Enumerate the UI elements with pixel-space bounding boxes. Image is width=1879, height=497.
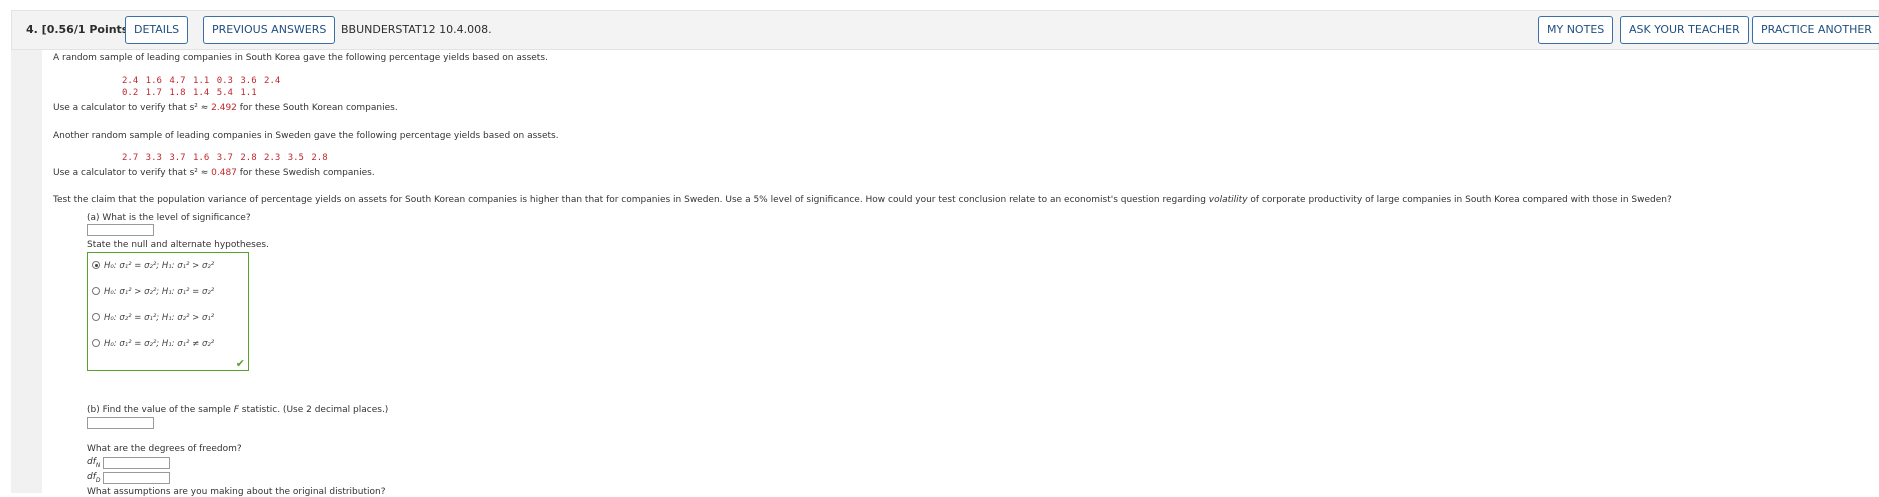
claim-text-end: of corporate productivity of large compa… <box>1247 195 1672 205</box>
radio-icon[interactable] <box>92 339 100 347</box>
claim-text: Test the claim that the population varia… <box>53 195 1209 205</box>
hypothesis-option-4-label: H₀: σ₁² = σ₂²; H₁: σ₁² ≠ σ₂² <box>104 339 215 349</box>
ask-your-teacher-button[interactable]: ASK YOUR TEACHER <box>1620 16 1749 44</box>
intro-korea: A random sample of leading companies in … <box>53 53 548 63</box>
df-numerator-input[interactable] <box>103 457 170 469</box>
df-prompt: What are the degrees of freedom? <box>87 444 242 454</box>
verify-korea-text: Use a calculator to verify that s² ≈ <box>53 103 212 113</box>
sweden-data-row: 2.7 3.3 3.7 1.6 3.7 2.8 2.3 3.5 2.8 <box>122 153 328 163</box>
df-d-subscript: D <box>95 476 101 484</box>
df-d-label: dfD <box>87 472 101 484</box>
details-button[interactable]: DETAILS <box>125 16 189 44</box>
hypothesis-option-1-label: H₀: σ₁² = σ₂²; H₁: σ₁² > σ₂² <box>104 261 215 271</box>
hypothesis-option-3[interactable]: H₀: σ₂² = σ₁²; H₁: σ₂² > σ₁² <box>92 313 214 323</box>
hypothesis-option-1[interactable]: H₀: σ₁² = σ₂²; H₁: σ₁² > σ₂² <box>92 261 214 271</box>
claim-statement: Test the claim that the population varia… <box>53 195 1672 205</box>
sweden-variance-value: 0.487 <box>211 168 237 178</box>
correct-check-icon: ✔ <box>235 357 245 370</box>
hypothesis-option-3-label: H₀: σ₂² = σ₁²; H₁: σ₂² > σ₁² <box>104 313 215 323</box>
part-a-question: (a) What is the level of significance? <box>87 213 251 223</box>
verify-sweden-text: Use a calculator to verify that s² ≈ <box>53 168 212 178</box>
hypotheses-options: H₀: σ₁² = σ₂²; H₁: σ₁² > σ₂² H₀: σ₁² > σ… <box>87 252 249 371</box>
my-notes-button[interactable]: MY NOTES <box>1538 16 1614 44</box>
df-denominator-input[interactable] <box>103 472 170 484</box>
korea-data-row-2: 0.2 1.7 1.8 1.4 5.4 1.1 <box>122 88 257 98</box>
f-statistic-input[interactable] <box>87 417 154 429</box>
hypothesis-option-2-label: H₀: σ₁² > σ₂²; H₁: σ₁² = σ₂² <box>104 287 215 297</box>
significance-input[interactable] <box>87 224 154 236</box>
df-n-subscript: N <box>95 461 101 469</box>
korea-data-row-1: 2.4 1.6 4.7 1.1 0.3 3.6 2.4 <box>122 76 281 86</box>
practice-another-button[interactable]: PRACTICE ANOTHER <box>1752 16 1879 44</box>
question-header: 4. [0.56/1 Points] DETAILS PREVIOUS ANSW… <box>11 10 1879 50</box>
part-b-text-end: statistic. (Use 2 decimal places.) <box>238 405 389 415</box>
radio-icon[interactable] <box>92 313 100 321</box>
part-b-text: (b) Find the value of the sample <box>87 405 234 415</box>
radio-selected-icon[interactable] <box>92 261 100 269</box>
radio-icon[interactable] <box>92 287 100 295</box>
korea-variance-value: 2.492 <box>211 103 237 113</box>
problem-code: BBUNDERSTAT12 10.4.008. <box>341 23 492 36</box>
hypothesis-option-2[interactable]: H₀: σ₁² > σ₂²; H₁: σ₁² = σ₂² <box>92 287 214 297</box>
intro-sweden: Another random sample of leading compani… <box>53 131 559 141</box>
df-n-text: df <box>87 457 96 467</box>
df-d-text: df <box>87 472 96 482</box>
verify-korea-suffix: for these South Korean companies. <box>236 103 398 113</box>
verify-sweden: Use a calculator to verify that s² ≈ 0.4… <box>53 168 375 178</box>
df-n-label: dfN <box>87 457 100 469</box>
hypothesis-option-4[interactable]: H₀: σ₁² = σ₂²; H₁: σ₁² ≠ σ₂² <box>92 339 214 349</box>
question-points: 4. [0.56/1 Points] <box>26 23 134 36</box>
assumptions-prompt: What assumptions are you making about th… <box>87 487 386 497</box>
verify-sweden-suffix: for these Swedish companies. <box>236 168 375 178</box>
verify-korea: Use a calculator to verify that s² ≈ 2.4… <box>53 103 398 113</box>
hypotheses-prompt: State the null and alternate hypotheses. <box>87 240 269 250</box>
previous-answers-button[interactable]: PREVIOUS ANSWERS <box>203 16 336 44</box>
part-b-question: (b) Find the value of the sample F stati… <box>87 405 388 415</box>
left-gutter <box>11 50 42 493</box>
claim-italic-term: volatility <box>1208 195 1248 205</box>
